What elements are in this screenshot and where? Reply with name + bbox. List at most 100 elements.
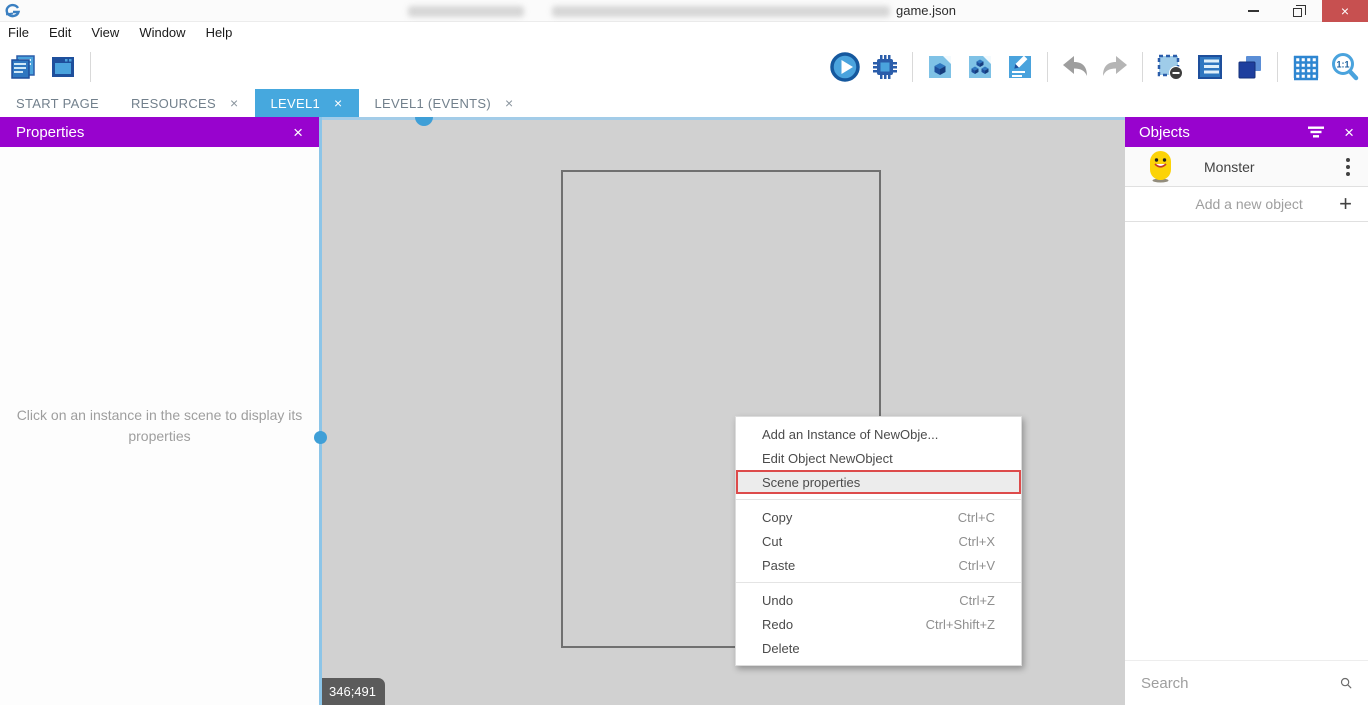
objects-panel-header: Objects × [1125, 117, 1368, 147]
canvas-top-resize-line[interactable] [322, 117, 1125, 120]
context-menu-item-copy[interactable]: Copy Ctrl+C [736, 505, 1021, 529]
context-menu-item-edit-object[interactable]: Edit Object NewObject [736, 446, 1021, 470]
minimize-icon [1248, 10, 1259, 12]
zoom-ratio-label: 1:1 [1336, 59, 1349, 69]
scene-canvas[interactable]: 346;491 Add an Instance of NewObje... Ed… [322, 117, 1125, 705]
context-menu-separator [736, 582, 1021, 583]
toolbar-separator [1277, 52, 1278, 82]
properties-panel-header: Properties × [0, 117, 319, 147]
tab-resources[interactable]: RESOURCES × [115, 89, 255, 117]
properties-panel-resize-handle[interactable] [314, 431, 327, 444]
menu-file[interactable]: File [0, 22, 39, 44]
menu-view[interactable]: View [81, 22, 129, 44]
tab-close-icon[interactable]: × [505, 95, 513, 111]
undo-button[interactable] [1058, 49, 1092, 85]
redacted-text [408, 6, 524, 17]
tab-bar: START PAGE RESOURCES × LEVEL1 × LEVEL1 (… [0, 89, 1368, 117]
play-icon [829, 51, 861, 83]
context-menu-item-undo[interactable]: Undo Ctrl+Z [736, 588, 1021, 612]
menu-help[interactable]: Help [196, 22, 243, 44]
toolbar-separator [1142, 52, 1143, 82]
restore-button[interactable] [1276, 0, 1322, 22]
tab-close-icon[interactable]: × [230, 95, 238, 111]
redo-button[interactable] [1098, 49, 1132, 85]
close-button[interactable]: × [1322, 0, 1368, 22]
main-area: Properties × Click on an instance in the… [0, 117, 1368, 705]
add-object-row[interactable]: Add a new object + [1125, 187, 1368, 222]
toolbar-separator [1047, 52, 1048, 82]
debug-icon [871, 53, 899, 81]
zoom-original-button[interactable]: 1:1 [1328, 49, 1362, 85]
context-menu: Add an Instance of NewObje... Edit Objec… [735, 416, 1022, 666]
menu-bar: File Edit View Window Help [0, 22, 1368, 44]
context-menu-item-scene-properties[interactable]: Scene properties [736, 470, 1021, 494]
add-multiple-instances-icon [966, 53, 994, 81]
undo-icon [1060, 54, 1090, 80]
objects-panel-title: Objects [1139, 124, 1190, 141]
filter-icon[interactable] [1306, 125, 1326, 139]
close-panel-icon[interactable]: × [293, 124, 303, 141]
objects-search-bar [1125, 660, 1368, 705]
object-row-monster[interactable]: Monster [1125, 147, 1368, 187]
zoom-original-icon: 1:1 [1330, 52, 1360, 82]
properties-panel-title: Properties [16, 124, 84, 141]
context-menu-item-add-instance[interactable]: Add an Instance of NewObje... [736, 422, 1021, 446]
tab-label: LEVEL1 (EVENTS) [375, 96, 492, 111]
gdevelop-logo-icon [5, 3, 21, 19]
preview-play-button[interactable] [828, 49, 862, 85]
tab-label: RESOURCES [131, 96, 216, 111]
project-manager-button[interactable] [6, 49, 40, 85]
instances-list-icon [1196, 53, 1224, 81]
grid-button[interactable] [1288, 49, 1322, 85]
close-icon: × [1341, 3, 1349, 19]
edit-scene-button[interactable] [1003, 49, 1037, 85]
objects-panel: Objects × Monster [1125, 117, 1368, 705]
add-instance-button[interactable] [923, 49, 957, 85]
tab-start-page[interactable]: START PAGE [0, 89, 115, 117]
tab-close-icon[interactable]: × [334, 95, 342, 111]
close-panel-icon[interactable]: × [1344, 124, 1354, 141]
tab-level1-events[interactable]: LEVEL1 (EVENTS) × [359, 89, 530, 117]
add-object-plus-icon[interactable]: + [1339, 193, 1352, 215]
toolbar: 1:1 [0, 44, 1368, 89]
properties-panel: Properties × Click on an instance in the… [0, 117, 319, 705]
cursor-coordinates-badge: 346;491 [322, 678, 385, 705]
deselect-instances-button[interactable] [1153, 49, 1187, 85]
context-menu-item-cut[interactable]: Cut Ctrl+X [736, 529, 1021, 553]
context-menu-item-redo[interactable]: Redo Ctrl+Shift+Z [736, 612, 1021, 636]
properties-panel-resize-line[interactable] [319, 117, 322, 705]
object-menu-kebab-icon[interactable] [1342, 154, 1354, 180]
grid-icon [1291, 53, 1319, 81]
title-bar: game.json × [0, 0, 1368, 22]
menu-edit[interactable]: Edit [39, 22, 81, 44]
context-menu-item-paste[interactable]: Paste Ctrl+V [736, 553, 1021, 577]
window-controls: × [1230, 0, 1368, 22]
menu-window[interactable]: Window [129, 22, 195, 44]
debug-button[interactable] [868, 49, 902, 85]
project-manager-icon [9, 53, 37, 81]
redacted-text [552, 6, 890, 17]
start-page-button[interactable] [46, 49, 80, 85]
tab-level1[interactable]: LEVEL1 × [255, 89, 359, 117]
tab-label: LEVEL1 [271, 96, 321, 111]
properties-empty-message: Click on an instance in the scene to dis… [15, 405, 305, 447]
add-multiple-instances-button[interactable] [963, 49, 997, 85]
start-page-icon [49, 53, 77, 81]
edit-scene-icon [1006, 53, 1034, 81]
restore-icon [1293, 8, 1302, 17]
instances-list-button[interactable] [1193, 49, 1227, 85]
redo-icon [1100, 54, 1130, 80]
tab-label: START PAGE [16, 96, 99, 111]
minimize-button[interactable] [1230, 0, 1276, 22]
monster-thumbnail-icon [1147, 150, 1174, 183]
gdevelop-window: game.json × File Edit View Window Help [0, 0, 1368, 705]
window-title: game.json [896, 3, 956, 18]
object-name: Monster [1204, 159, 1342, 175]
add-instance-icon [926, 53, 954, 81]
context-menu-item-delete[interactable]: Delete [736, 636, 1021, 660]
objects-search-input[interactable] [1141, 675, 1340, 692]
layers-button[interactable] [1233, 49, 1267, 85]
add-object-label: Add a new object [1141, 196, 1339, 212]
deselect-instances-icon [1156, 53, 1184, 81]
search-icon [1340, 673, 1352, 693]
